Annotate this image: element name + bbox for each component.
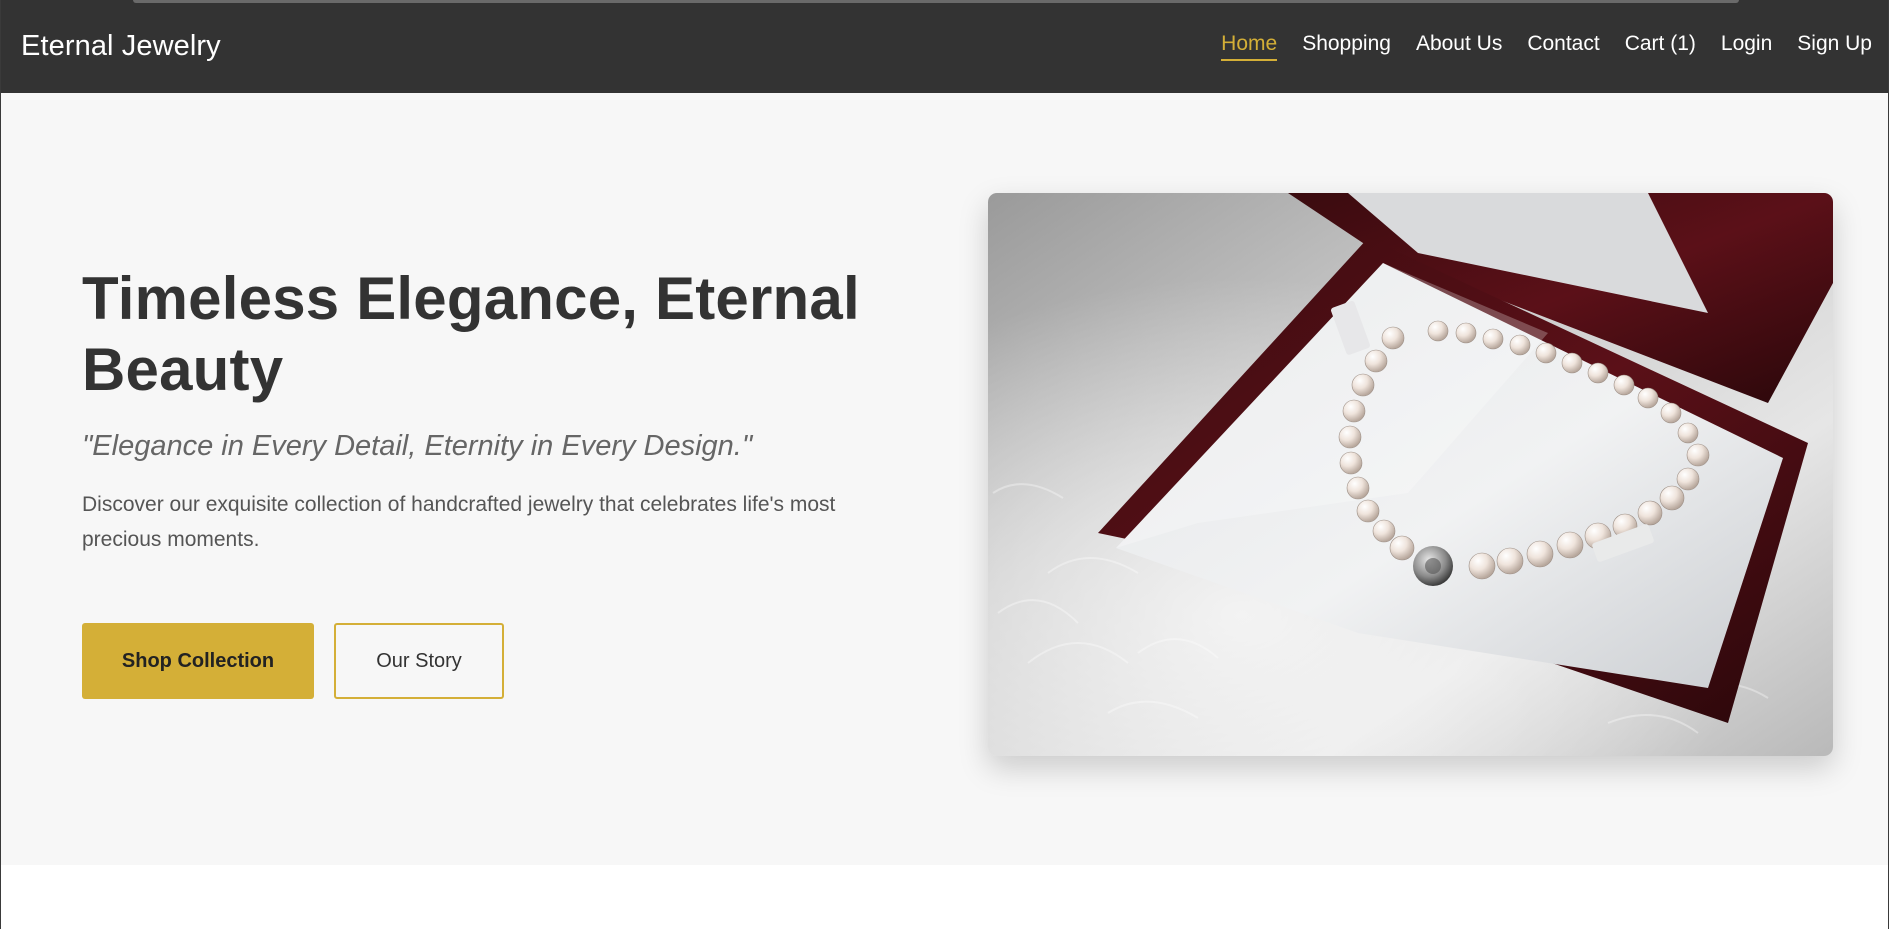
hero-pearl-necklace-image [988, 193, 1833, 756]
hero-description: Discover our exquisite collection of han… [82, 493, 836, 551]
hero-text-block: Timeless Elegance, Eternal Beauty "Elega… [82, 263, 882, 699]
top-navbar: Eternal Jewelry Home Shopping About Us C… [1, 0, 1888, 93]
nav-links: Home Shopping About Us Contact Cart (1) … [1221, 32, 1872, 61]
nav-link-about-us[interactable]: About Us [1416, 32, 1502, 61]
hero-title: Timeless Elegance, Eternal Beauty [82, 265, 860, 403]
browser-top-edge [1, 0, 1888, 4]
brand-logo[interactable]: Eternal Jewelry [21, 30, 221, 63]
nav-link-sign-up[interactable]: Sign Up [1797, 32, 1872, 61]
hero-tagline: "Elegance in Every Detail, Eternity in E… [82, 430, 753, 462]
nav-link-cart[interactable]: Cart (1) [1625, 32, 1696, 61]
nav-link-contact[interactable]: Contact [1527, 32, 1599, 61]
nav-link-login[interactable]: Login [1721, 32, 1772, 61]
hero-actions: Shop Collection Our Story [82, 623, 882, 699]
browser-tab-shape [133, 0, 1739, 3]
shop-collection-button[interactable]: Shop Collection [82, 623, 314, 699]
nav-link-home[interactable]: Home [1221, 32, 1278, 61]
nav-link-shopping[interactable]: Shopping [1302, 32, 1391, 61]
our-story-button[interactable]: Our Story [334, 623, 504, 699]
hero-section: Timeless Elegance, Eternal Beauty "Elega… [1, 93, 1888, 865]
browser-viewport: Eternal Jewelry Home Shopping About Us C… [0, 0, 1889, 929]
